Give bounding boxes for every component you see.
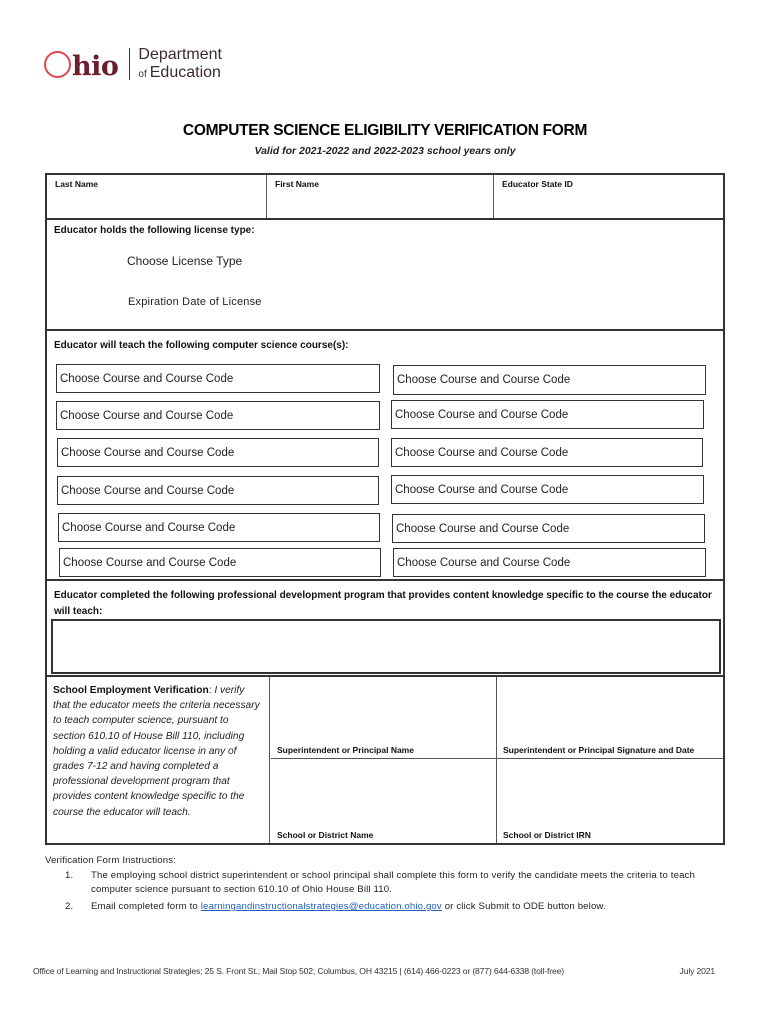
professional-development-section: Educator completed the following profess… <box>47 581 723 677</box>
principal-name-field[interactable]: Superintendent or Principal Name <box>271 677 497 759</box>
last-name-field[interactable]: Last Name <box>47 175 267 218</box>
principal-name-label: Superintendent or Principal Name <box>277 745 414 755</box>
courses-section: Educator will teach the following comput… <box>47 331 723 581</box>
last-name-label: Last Name <box>55 179 98 189</box>
district-name-label: School or District Name <box>277 830 374 840</box>
instruction-item: 1. The employing school district superin… <box>45 869 725 897</box>
course-dropdown[interactable]: Choose Course and Course Code <box>57 476 379 505</box>
license-type-dropdown[interactable]: Choose License Type <box>127 254 242 268</box>
signature-date-field[interactable]: Superintendent or Principal Signature an… <box>497 677 723 759</box>
logo-divider <box>129 48 131 80</box>
department-line-1: Department <box>138 46 222 63</box>
course-dropdown[interactable]: Choose Course and Course Code <box>391 475 704 504</box>
instructions-list: 1. The employing school district superin… <box>45 869 725 914</box>
instruction-number: 2. <box>65 901 74 912</box>
ohio-wordmark: hio <box>44 44 119 84</box>
verification-statement: School Employment Verification: I verify… <box>47 677 270 843</box>
footer-address: Office of Learning and Instructional Str… <box>33 966 564 976</box>
instruction-text-before: Email completed form to <box>91 901 201 912</box>
email-link[interactable]: learningandinstructionalstrategies@educa… <box>201 901 442 912</box>
verification-statement-text: I verify that the educator meets the cri… <box>53 685 260 818</box>
signature-date-label: Superintendent or Principal Signature an… <box>503 745 695 755</box>
department-of: of <box>138 69 147 80</box>
course-dropdown[interactable]: Choose Course and Course Code <box>56 401 380 430</box>
educator-state-id-label: Educator State ID <box>502 179 573 189</box>
ohio-department-of-education-logo: hio Department of Education <box>44 44 222 84</box>
course-dropdown[interactable]: Choose Course and Course Code <box>393 548 706 577</box>
eligibility-form: Last Name First Name Educator State ID E… <box>45 173 725 845</box>
course-dropdown[interactable]: Choose Course and Course Code <box>59 548 381 577</box>
license-expiration-date-field[interactable]: Expiration Date of License <box>128 296 262 308</box>
verification-lead: School Employment Verification <box>53 685 209 696</box>
course-dropdown[interactable]: Choose Course and Course Code <box>393 365 706 395</box>
ohio-wordmark-text: hio <box>72 50 119 82</box>
footer-date: July 2021 <box>679 966 716 976</box>
license-heading: Educator holds the following license typ… <box>54 225 255 236</box>
page-footer: Office of Learning and Instructional Str… <box>33 966 715 976</box>
district-name-field[interactable]: School or District Name <box>271 759 497 843</box>
instruction-item: 2. Email completed form to learningandin… <box>45 900 725 914</box>
course-dropdown[interactable]: Choose Course and Course Code <box>57 438 379 467</box>
instruction-text-after: or click Submit to ODE button below. <box>441 901 606 912</box>
form-subtitle: Valid for 2021-2022 and 2022-2023 school… <box>254 145 516 157</box>
course-dropdown[interactable]: Choose Course and Course Code <box>56 364 380 393</box>
instruction-text: The employing school district superinten… <box>91 870 695 895</box>
department-name: Department of Education <box>138 47 222 81</box>
courses-heading: Educator will teach the following comput… <box>54 340 349 351</box>
educator-state-id-field[interactable]: Educator State ID <box>494 175 723 218</box>
first-name-field[interactable]: First Name <box>267 175 494 218</box>
course-dropdown[interactable]: Choose Course and Course Code <box>392 514 705 543</box>
form-title: COMPUTER SCIENCE ELIGIBILITY VERIFICATIO… <box>182 122 588 139</box>
professional-development-input[interactable] <box>51 619 721 674</box>
ohio-o-ring-icon <box>44 50 71 78</box>
educator-identity-row: Last Name First Name Educator State ID <box>47 175 723 220</box>
department-education: Education <box>149 64 221 81</box>
district-irn-label: School or District IRN <box>503 830 591 840</box>
course-dropdown[interactable]: Choose Course and Course Code <box>391 400 704 429</box>
district-irn-field[interactable]: School or District IRN <box>497 759 723 843</box>
course-dropdown[interactable]: Choose Course and Course Code <box>391 438 703 467</box>
instructions-section: Verification Form Instructions: 1. The e… <box>45 855 725 917</box>
course-dropdown[interactable]: Choose Course and Course Code <box>58 513 380 542</box>
license-section: Educator holds the following license typ… <box>47 220 723 331</box>
school-employment-verification-section: School Employment Verification: I verify… <box>47 677 723 843</box>
instructions-heading: Verification Form Instructions: <box>45 855 177 866</box>
first-name-label: First Name <box>275 179 319 189</box>
professional-development-heading: Educator completed the following profess… <box>54 590 712 617</box>
instruction-number: 1. <box>65 870 74 881</box>
department-line-2: of Education <box>138 65 222 81</box>
